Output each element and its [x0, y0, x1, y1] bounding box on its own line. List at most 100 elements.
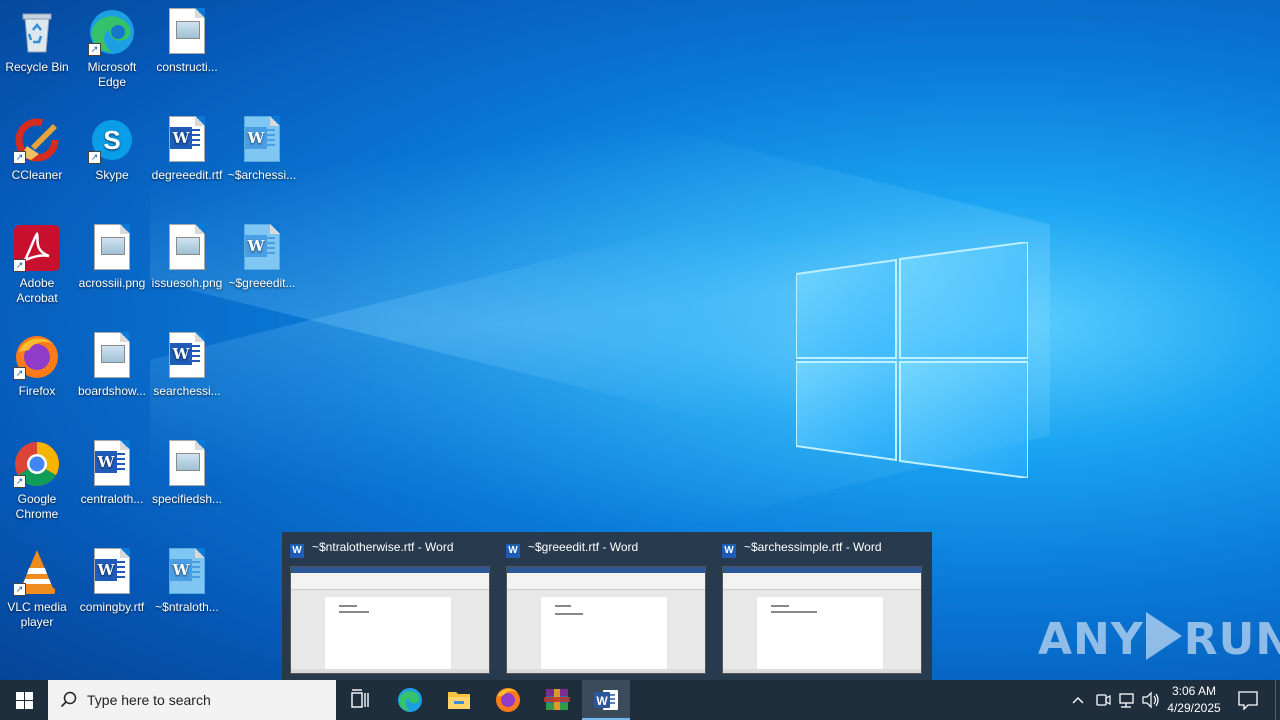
desktop-icon-firefox[interactable]: ↗ Firefox: [0, 332, 75, 399]
firefox-icon: ↗: [13, 332, 61, 380]
task-view-icon: [351, 689, 369, 708]
desktop-icon-label: acrossiii.png: [78, 276, 146, 290]
desktop-icon-label: boardshow...: [77, 384, 147, 398]
desktop-icon-label: Microsoft Edge: [87, 60, 137, 89]
desktop-icon-recycle-bin[interactable]: Recycle Bin: [0, 8, 75, 75]
search-box[interactable]: Type here to search: [48, 680, 336, 720]
desktop-icon-microsoft-edge[interactable]: ↗ Microsoft Edge: [74, 8, 150, 90]
word-icon: W: [722, 544, 736, 558]
chevron-up-icon: [1072, 697, 1084, 704]
firefox-icon: [496, 688, 520, 712]
task-view-button[interactable]: [336, 680, 384, 720]
clock[interactable]: 3:06 AM 4/29/2025: [1160, 683, 1228, 717]
desktop-icon-label: issuesoh.png: [151, 276, 223, 290]
desktop-icon-archessi-temp[interactable]: W ~$archessi...: [224, 116, 300, 183]
shortcut-arrow-icon: ↗: [13, 475, 26, 488]
desktop-icon-vlc-media-player[interactable]: ↗ VLC media player: [0, 548, 75, 630]
chrome-icon: ↗: [13, 440, 61, 488]
image-file-icon: [163, 440, 211, 488]
desktop-icon-label: centraloth...: [80, 492, 144, 506]
meet-now-icon: [1096, 694, 1111, 706]
taskbar-file-explorer-button[interactable]: [435, 680, 483, 720]
tray-app-button[interactable]: [1091, 680, 1115, 720]
window-preview[interactable]: W ~$greeedit.rtf - Word: [498, 532, 714, 680]
word-document-icon: W: [238, 224, 286, 272]
desktop-icon-ccleaner[interactable]: ↗ CCleaner: [0, 116, 75, 183]
show-desktop-button[interactable]: [1275, 680, 1280, 720]
image-file-icon: [88, 332, 136, 380]
clock-time: 3:06 AM: [1171, 684, 1217, 698]
desktop-icon-skype[interactable]: S ↗ Skype: [74, 116, 150, 183]
image-file-icon: [88, 224, 136, 272]
shortcut-arrow-icon: ↗: [13, 583, 26, 596]
taskbar-firefox-button[interactable]: [484, 680, 532, 720]
desktop-icon-issuesoh-png[interactable]: issuesoh.png: [149, 224, 225, 291]
shortcut-arrow-icon: ↗: [88, 151, 101, 164]
desktop-icon-constructi[interactable]: constructi...: [149, 8, 225, 75]
notification-icon: [1238, 691, 1258, 711]
desktop-icon-label: degreeedit.rtf: [151, 168, 223, 182]
network-button[interactable]: [1115, 680, 1139, 720]
action-center-button[interactable]: [1236, 680, 1260, 720]
desktop-icon-searchessi[interactable]: W searchessi...: [149, 332, 225, 399]
desktop-icon-ntraloth-temp[interactable]: W ~$ntraloth...: [149, 548, 225, 615]
edge-icon: ↗: [88, 8, 136, 56]
play-icon: [1145, 612, 1182, 660]
desktop-icon-centraloth[interactable]: W centraloth...: [74, 440, 150, 507]
desktop-icon-label: Skype: [95, 168, 129, 182]
taskbar-winrar-button[interactable]: [533, 680, 581, 720]
winrar-icon: [544, 689, 570, 710]
word-document-icon: W: [163, 548, 211, 596]
desktop-icon-boardshow[interactable]: boardshow...: [74, 332, 150, 399]
svg-text:S: S: [103, 125, 120, 155]
word-icon: W: [290, 544, 304, 558]
shortcut-arrow-icon: ↗: [88, 43, 101, 56]
preview-title: ~$archessimple.rtf - Word: [744, 540, 882, 554]
file-explorer-icon: [448, 692, 470, 709]
desktop-icon-google-chrome[interactable]: ↗ Google Chrome: [0, 440, 75, 522]
desktop-icon-specifiedsh[interactable]: specifiedsh...: [149, 440, 225, 507]
preview-title: ~$greeedit.rtf - Word: [528, 540, 639, 554]
desktop-icon-label: VLC media player: [7, 600, 67, 629]
desktop-icon-label: searchessi...: [153, 384, 221, 398]
skype-icon: S ↗: [88, 116, 136, 164]
desktop-icon-adobe-acrobat[interactable]: ↗ Adobe Acrobat: [0, 224, 75, 306]
preview-thumbnail: [290, 566, 490, 674]
start-button[interactable]: [0, 680, 48, 720]
desktop-icon-acrossiii-png[interactable]: acrossiii.png: [74, 224, 150, 291]
search-placeholder: Type here to search: [87, 692, 211, 708]
desktop-icon-degreeedit-rtf[interactable]: W degreeedit.rtf: [149, 116, 225, 183]
edge-icon: [398, 688, 422, 712]
word-icon: W: [506, 544, 520, 558]
recycle-bin-icon: [13, 8, 61, 56]
image-file-icon: [163, 224, 211, 272]
desktop-icon-label: Google Chrome: [15, 492, 59, 521]
vlc-icon: ↗: [13, 548, 61, 596]
show-hidden-icons-button[interactable]: [1066, 680, 1090, 720]
taskbar-edge-button[interactable]: [386, 680, 434, 720]
windows-logo-wallpaper: [796, 242, 1028, 478]
preview-title: ~$ntralotherwise.rtf - Word: [312, 540, 454, 554]
desktop-icon-comingby-rtf[interactable]: W comingby.rtf: [74, 548, 150, 615]
desktop-icon-greeedit-temp[interactable]: W ~$greeedit...: [224, 224, 300, 291]
ccleaner-icon: ↗: [13, 116, 61, 164]
search-icon: [60, 691, 77, 708]
window-preview[interactable]: W ~$ntralotherwise.rtf - Word: [282, 532, 498, 680]
clock-date: 4/29/2025: [1167, 701, 1221, 715]
shortcut-arrow-icon: ↗: [13, 259, 26, 272]
desktop-icon-label: Adobe Acrobat: [16, 276, 58, 305]
taskbar-preview-panel: W ~$ntralotherwise.rtf - Word W ~$greeedit…: [282, 532, 932, 680]
shortcut-arrow-icon: ↗: [13, 367, 26, 380]
desktop-icon-label: ~$ntraloth...: [155, 600, 219, 614]
window-preview[interactable]: W ~$archessimple.rtf - Word: [714, 532, 930, 680]
taskbar-word-button[interactable]: W: [582, 680, 630, 720]
image-file-icon: [163, 8, 211, 56]
word-document-icon: W: [238, 116, 286, 164]
word-document-icon: W: [88, 548, 136, 596]
taskbar: Type here to search W 3:06 AM 4/29/2025: [0, 680, 1280, 720]
acrobat-icon: ↗: [13, 224, 61, 272]
desktop-icon-label: Recycle Bin: [5, 60, 69, 74]
word-document-icon: W: [163, 332, 211, 380]
network-icon: [1119, 693, 1134, 708]
preview-thumbnail: [722, 566, 922, 674]
